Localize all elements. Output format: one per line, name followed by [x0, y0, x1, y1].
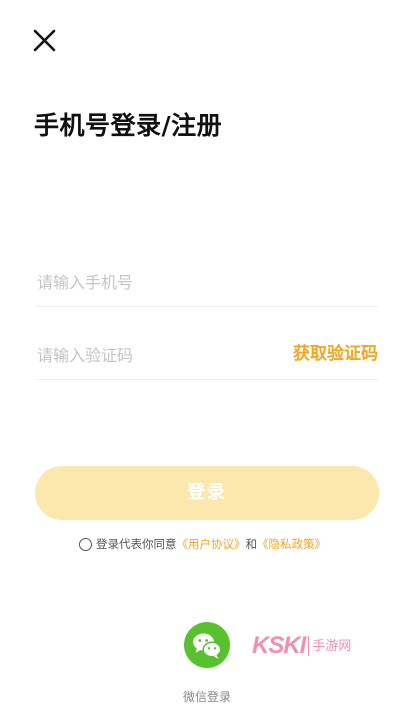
- watermark-logo: KSKI: [252, 632, 306, 659]
- agreement-row: 登录代表你同意 《用户协议》 和 《隐私政策》: [79, 536, 326, 552]
- watermark: KSKI 手游网: [252, 632, 351, 660]
- privacy-policy-link[interactable]: 《隐私政策》: [257, 536, 326, 552]
- agreement-prefix: 登录代表你同意: [96, 537, 177, 551]
- watermark-divider: [308, 636, 310, 656]
- wechat-login-label: 微信登录: [182, 690, 231, 704]
- agreement-and: 和: [245, 537, 258, 551]
- watermark-text: 手游网: [312, 638, 352, 654]
- verification-code-input[interactable]: [37, 335, 277, 375]
- page-title: 手机号登录/注册: [34, 111, 223, 140]
- agreement-radio[interactable]: [79, 537, 92, 551]
- close-button[interactable]: [30, 26, 60, 56]
- phone-input[interactable]: [37, 262, 277, 302]
- close-icon[interactable]: [30, 26, 60, 56]
- user-agreement-link[interactable]: 《用户协议》: [177, 536, 246, 552]
- get-code-link[interactable]: 获取验证码: [293, 339, 378, 364]
- verification-code-field: 获取验证码: [37, 335, 378, 380]
- phone-field: [37, 262, 378, 307]
- wechat-icon[interactable]: [184, 622, 230, 668]
- login-button[interactable]: 登录: [35, 466, 379, 520]
- wechat-login-button[interactable]: [184, 622, 230, 668]
